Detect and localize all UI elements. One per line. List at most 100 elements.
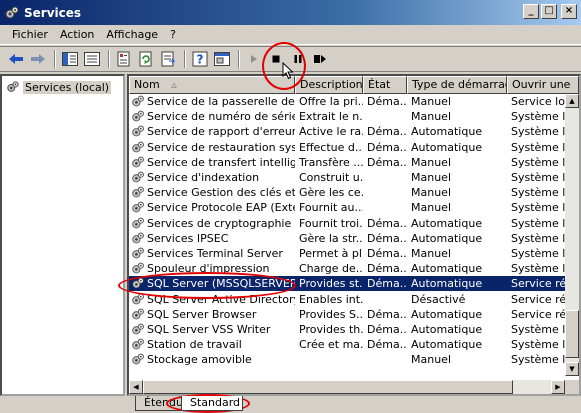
service-row[interactable]: Services Terminal Server Permet à pl... Dé…	[129, 246, 565, 261]
service-gear-icon	[131, 171, 145, 184]
menu-help[interactable]: ?	[164, 26, 182, 43]
service-gear-icon	[131, 95, 145, 108]
service-row[interactable]: Services IPSEC Gère la str... Déma... Autom…	[129, 231, 565, 246]
vertical-scrollbar[interactable]: ▲ ▼	[565, 94, 579, 376]
service-row[interactable]: Stockage amovible Manuel Système lo	[129, 352, 565, 367]
service-status: Déma...	[367, 140, 407, 154]
service-logon: Système lo	[511, 186, 565, 200]
service-row[interactable]: Service de restauration système Effectue …	[129, 140, 565, 155]
service-gear-icon	[131, 125, 145, 138]
console-window-icon[interactable]	[212, 49, 232, 69]
menu-action[interactable]: Action	[54, 26, 100, 43]
service-row[interactable]: Service de rapport d'erreurs Active le ra…	[129, 124, 565, 139]
service-gear-icon	[131, 338, 145, 351]
close-button[interactable]: ×	[561, 4, 577, 19]
service-name: SQL Server VSS Writer	[147, 322, 271, 336]
service-row[interactable]: Service de transfert intelligen... Transf…	[129, 155, 565, 170]
service-description: Transfère ...	[299, 155, 363, 169]
service-status: Déma...	[367, 246, 407, 260]
service-logon: Système lo	[511, 246, 565, 260]
properties-icon[interactable]	[114, 49, 134, 69]
back-arrow-icon[interactable]	[6, 49, 26, 69]
service-name: Service de restauration système	[147, 140, 295, 154]
column-header-description[interactable]: Description	[295, 76, 363, 94]
service-row[interactable]: SQL Server Active Directory ... Enables i…	[129, 291, 565, 306]
vertical-scroll-thumb[interactable]	[565, 310, 579, 358]
tree-label: Services (local)	[23, 80, 112, 94]
service-logon: Système lo	[511, 338, 565, 352]
forward-arrow-icon[interactable]	[28, 49, 48, 69]
tree-item-services-local[interactable]: Services (local)	[6, 80, 112, 94]
service-gear-icon	[131, 293, 145, 306]
service-name: Station de travail	[147, 338, 242, 352]
service-description: Provides S...	[299, 307, 363, 321]
services-rows: Service de la passerelle de la ... Offre …	[129, 94, 565, 367]
service-startup-type: Automatique	[411, 322, 483, 336]
service-row[interactable]: Service de la passerelle de la ... Offre …	[129, 94, 565, 109]
export-list-icon[interactable]	[158, 49, 178, 69]
service-name-cell: Service d'indexation	[129, 170, 295, 185]
service-description: Charge de...	[299, 262, 363, 276]
service-startup-type: Automatique	[411, 338, 483, 352]
service-row[interactable]: Spouleur d'impression Charge de... Déma...…	[129, 261, 565, 276]
service-status: Déma...	[367, 307, 407, 321]
service-logon: Système lo	[511, 171, 565, 185]
service-gear-icon	[131, 110, 145, 123]
refresh-icon[interactable]	[136, 49, 156, 69]
service-row[interactable]: Station de travail Crée et ma... Déma... Au…	[129, 337, 565, 352]
service-description: Active le ra...	[299, 125, 363, 139]
service-row[interactable]: Service Gestion des clés et de... Gère le…	[129, 185, 565, 200]
help-icon[interactable]: ?	[190, 49, 210, 69]
menu-fichier[interactable]: Fichier	[6, 26, 54, 43]
service-row[interactable]: SQL Server VSS Writer Provides th... Déma.…	[129, 322, 565, 337]
service-gear-icon	[131, 232, 145, 245]
scroll-down-icon[interactable]: ▼	[565, 362, 579, 376]
service-startup-type: Manuel	[411, 110, 451, 124]
service-row[interactable]: Service d'indexation Construit u... Manuel…	[129, 170, 565, 185]
menu-affichage[interactable]: Affichage	[100, 26, 164, 43]
minimize-button[interactable]: _	[523, 4, 539, 19]
service-name-cell: Service de rapport d'erreurs	[129, 124, 295, 139]
column-header-nom[interactable]: Nom ▵	[129, 76, 295, 94]
service-name: Stockage amovible	[147, 353, 252, 367]
service-startup-type: Manuel	[411, 201, 451, 215]
console-tree-icon[interactable]	[60, 49, 80, 69]
restart-service-icon[interactable]	[310, 49, 330, 69]
title-bar[interactable]: Services _ □ ×	[0, 0, 581, 25]
service-name: Spouleur d'impression	[147, 262, 270, 276]
service-logon: Système lo	[511, 201, 565, 215]
service-startup-type: Automatique	[411, 307, 483, 321]
service-row[interactable]: SQL Server Browser Provides S... Déma... Au…	[129, 307, 565, 322]
scroll-up-icon[interactable]: ▲	[565, 94, 579, 108]
service-name-cell: Service de transfert intelligen...	[129, 155, 295, 170]
tab-etendu[interactable]: Étendu	[135, 396, 187, 411]
service-row[interactable]: Service Protocole EAP (Exten... Fournit a…	[129, 200, 565, 215]
service-logon: Service rés	[511, 277, 565, 291]
service-gear-icon	[131, 201, 145, 214]
scroll-left-icon[interactable]: ◀	[129, 380, 143, 394]
service-row[interactable]: Services de cryptographie Fournit troi...…	[129, 216, 565, 231]
tab-standard[interactable]: Standard	[181, 396, 243, 411]
service-logon: Système lo	[511, 322, 565, 336]
scroll-corner	[565, 380, 579, 394]
service-name: Service de rapport d'erreurs	[147, 125, 295, 139]
service-row[interactable]: SQL Server (MSSQLSERVER) Provides st... Dé…	[129, 276, 565, 292]
column-header-ouvrir[interactable]: Ouvrir une	[507, 76, 579, 94]
service-status: Déma...	[367, 338, 407, 352]
service-logon: Système lo	[511, 110, 565, 124]
service-description: Provides th...	[299, 322, 363, 336]
service-name: Service de transfert intelligen...	[147, 155, 295, 169]
list-view-icon[interactable]	[82, 49, 102, 69]
start-service-icon[interactable]	[244, 49, 264, 69]
service-logon: Service rés	[511, 307, 565, 321]
service-description: Offre la pri...	[299, 95, 363, 109]
services-gear-icon	[7, 81, 19, 92]
column-header-etat[interactable]: État	[363, 76, 407, 94]
horizontal-scroll-thumb[interactable]	[143, 380, 513, 394]
service-row[interactable]: Service de numéro de série d... Extrait l…	[129, 109, 565, 124]
maximize-button[interactable]: □	[541, 4, 557, 19]
horizontal-scrollbar[interactable]: ◀ ▶	[129, 380, 565, 394]
service-description: Extrait le n...	[299, 110, 363, 124]
column-header-type[interactable]: Type de démarrage	[407, 76, 507, 94]
scroll-right-icon[interactable]: ▶	[551, 380, 565, 394]
